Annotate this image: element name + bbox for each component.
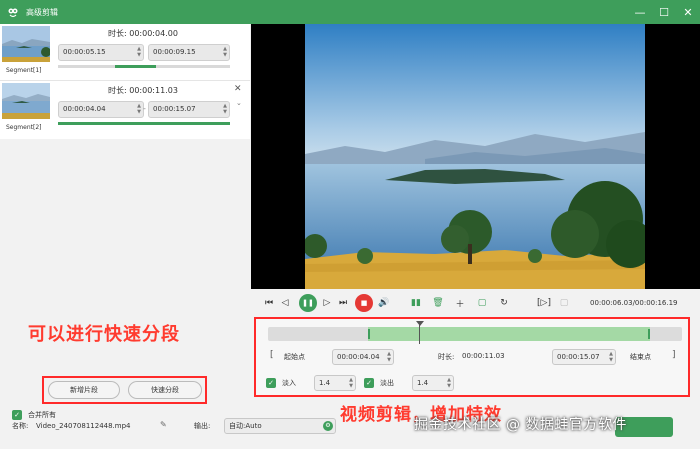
pause-button[interactable]: ❚❚ xyxy=(299,294,317,312)
fade-in-checkbox[interactable]: ✓ xyxy=(266,378,276,388)
spinner-icon[interactable]: ▲ ▼ xyxy=(223,103,227,115)
segment-thumbnail xyxy=(2,83,50,119)
new-segment-button[interactable]: 新增片段 xyxy=(48,381,120,399)
settings-icon[interactable]: ⚙ xyxy=(323,421,333,431)
segment-progress-bar xyxy=(58,122,230,125)
range-separator: - xyxy=(143,104,146,113)
fade-row: ✓ 淡入 1.4 ▲ ▼ ✓ 淡出 1.4 ▲ ▼ xyxy=(266,375,682,391)
segment-thumbnail xyxy=(2,26,50,62)
video-preview[interactable] xyxy=(305,24,645,289)
playhead[interactable] xyxy=(419,322,420,344)
start-time-field[interactable]: 00:00:04.04 ▲ ▼ xyxy=(332,349,394,365)
spinner-icon[interactable]: ▲ ▼ xyxy=(609,351,613,363)
name-label: 名称: xyxy=(12,422,29,430)
quick-split-button[interactable]: 快速分段 xyxy=(128,381,202,399)
close-icon[interactable]: ✕ xyxy=(676,0,700,24)
timeline-end-handle[interactable] xyxy=(648,329,650,339)
end-time-field[interactable]: 00:00:15.07 ▲ ▼ xyxy=(552,349,616,365)
time-readout: 00:00:06.03/00:00:16.19 xyxy=(590,299,678,307)
segment-duration: 时长: 00:00:11.03 xyxy=(108,86,178,95)
maximize-icon[interactable]: ☐ xyxy=(652,0,676,24)
segment-item[interactable]: Segment[1] 时长: 00:00:04.00 00:00:05.15 ▲… xyxy=(0,24,250,80)
segment-label: Segment[2] xyxy=(6,124,42,131)
segment-actions-highlight: 新增片段 快速分段 xyxy=(42,376,207,404)
edit-pencil-icon[interactable]: ✎ xyxy=(160,420,167,429)
output-label: 输出: xyxy=(194,422,211,430)
chevron-down-icon[interactable]: ⌄ xyxy=(236,99,242,107)
trim-panel: [ 起始点 00:00:04.04 ▲ ▼ 时长: 00:00:11.03 00:… xyxy=(254,317,690,397)
reset-icon[interactable]: ↻ xyxy=(497,295,511,311)
timeline-track[interactable] xyxy=(268,327,682,341)
segment-label: Segment[1] xyxy=(6,67,42,74)
fade-out-input[interactable]: 1.4 ▲ ▼ xyxy=(412,375,454,391)
playback-controls: ⏮ ◁ ❚❚ ▷ ⏭ ■ 🔊 ▮▮ 🗑 ＋ ▢ ↻ [▷] ▢ 00:00:06… xyxy=(251,289,700,317)
close-icon[interactable]: ✕ xyxy=(234,84,242,94)
timeline-selection[interactable] xyxy=(368,327,650,341)
left-panel: Segment[1] 时长: 00:00:04.00 00:00:05.15 ▲… xyxy=(0,24,250,449)
app-logo-icon xyxy=(6,5,20,19)
spinner-icon[interactable]: ▲ ▼ xyxy=(447,377,451,389)
segment-start-field[interactable]: 00:00:04.04 ▲ ▼ xyxy=(58,101,144,118)
segment-duration: 时长: 00:00:04.00 xyxy=(108,29,178,38)
add-icon[interactable]: ＋ xyxy=(453,295,467,311)
playhead-marker[interactable] xyxy=(416,321,424,326)
segment-progress-fill xyxy=(114,65,157,68)
fullscreen-icon[interactable]: ▢ xyxy=(557,295,571,311)
volume-icon[interactable]: 🔊 xyxy=(377,295,391,311)
advanced-editor-window: 高级剪辑 — ☐ ✕ Segment[1] 时长: 00:00:04.00 00… xyxy=(0,0,700,449)
previous-frame-icon[interactable]: ◁ xyxy=(279,295,291,311)
segment-start-field[interactable]: 00:00:05.15 ▲ ▼ xyxy=(58,44,144,61)
stop-button[interactable]: ■ xyxy=(355,294,373,312)
spinner-icon[interactable]: ▲ ▼ xyxy=(387,351,391,363)
bracket-right-icon: ] xyxy=(672,350,676,360)
title-bar: 高级剪辑 — ☐ ✕ xyxy=(0,0,700,24)
segment-item[interactable]: Segment[2] 时长: 00:00:11.03 00:00:04.04 ▲… xyxy=(0,80,250,136)
fade-in-label: 淡入 xyxy=(282,379,296,387)
skip-to-start-icon[interactable]: ⏮ xyxy=(263,295,275,311)
bracket-left-icon: [ xyxy=(270,350,274,360)
segment-progress-fill xyxy=(58,122,230,125)
segment-end-field[interactable]: 00:00:09.15 ▲ ▼ xyxy=(148,44,230,61)
watermark: 掘金技术社区 @ 数据蛙官方软件 xyxy=(414,417,627,433)
next-frame-icon[interactable]: ▷ xyxy=(321,295,333,311)
duration-label: 时长: xyxy=(438,353,455,361)
delete-icon[interactable]: 🗑 xyxy=(431,295,445,311)
left-caption: 可以进行快速分段 xyxy=(28,324,180,345)
minimize-icon[interactable]: — xyxy=(628,0,652,24)
start-point-label: 起始点 xyxy=(284,353,305,361)
spinner-icon[interactable]: ▲ ▼ xyxy=(137,103,141,115)
end-point-label: 结束点 xyxy=(630,353,651,361)
duration-value: 00:00:11.03 xyxy=(462,352,505,360)
crop-range-icon[interactable]: [▷] xyxy=(535,295,553,311)
window-title: 高级剪辑 xyxy=(26,7,58,17)
skip-to-end-icon[interactable]: ⏭ xyxy=(337,295,349,311)
segment-list: Segment[1] 时长: 00:00:04.00 00:00:05.15 ▲… xyxy=(0,24,250,139)
timeline-start-handle[interactable] xyxy=(368,329,370,339)
copy-icon[interactable]: ▢ xyxy=(475,295,489,311)
range-row: [ 起始点 00:00:04.04 ▲ ▼ 时长: 00:00:11.03 00:… xyxy=(266,349,682,365)
split-icon[interactable]: ▮▮ xyxy=(409,295,423,311)
spinner-icon[interactable]: ▲ ▼ xyxy=(349,377,353,389)
spinner-icon[interactable]: ▲ ▼ xyxy=(223,46,227,58)
fade-out-label: 淡出 xyxy=(380,379,394,387)
segment-end-field[interactable]: 00:00:15.07 ▲ ▼ xyxy=(148,101,230,118)
segment-progress-bar xyxy=(58,65,230,68)
fade-out-checkbox[interactable]: ✓ xyxy=(364,378,374,388)
output-format-select[interactable]: 自动:Auto ⚙ xyxy=(224,418,336,434)
fade-in-input[interactable]: 1.4 ▲ ▼ xyxy=(314,375,356,391)
file-name-field[interactable]: Video_240708112448.mp4 xyxy=(36,418,168,434)
spinner-icon[interactable]: ▲ ▼ xyxy=(137,46,141,58)
